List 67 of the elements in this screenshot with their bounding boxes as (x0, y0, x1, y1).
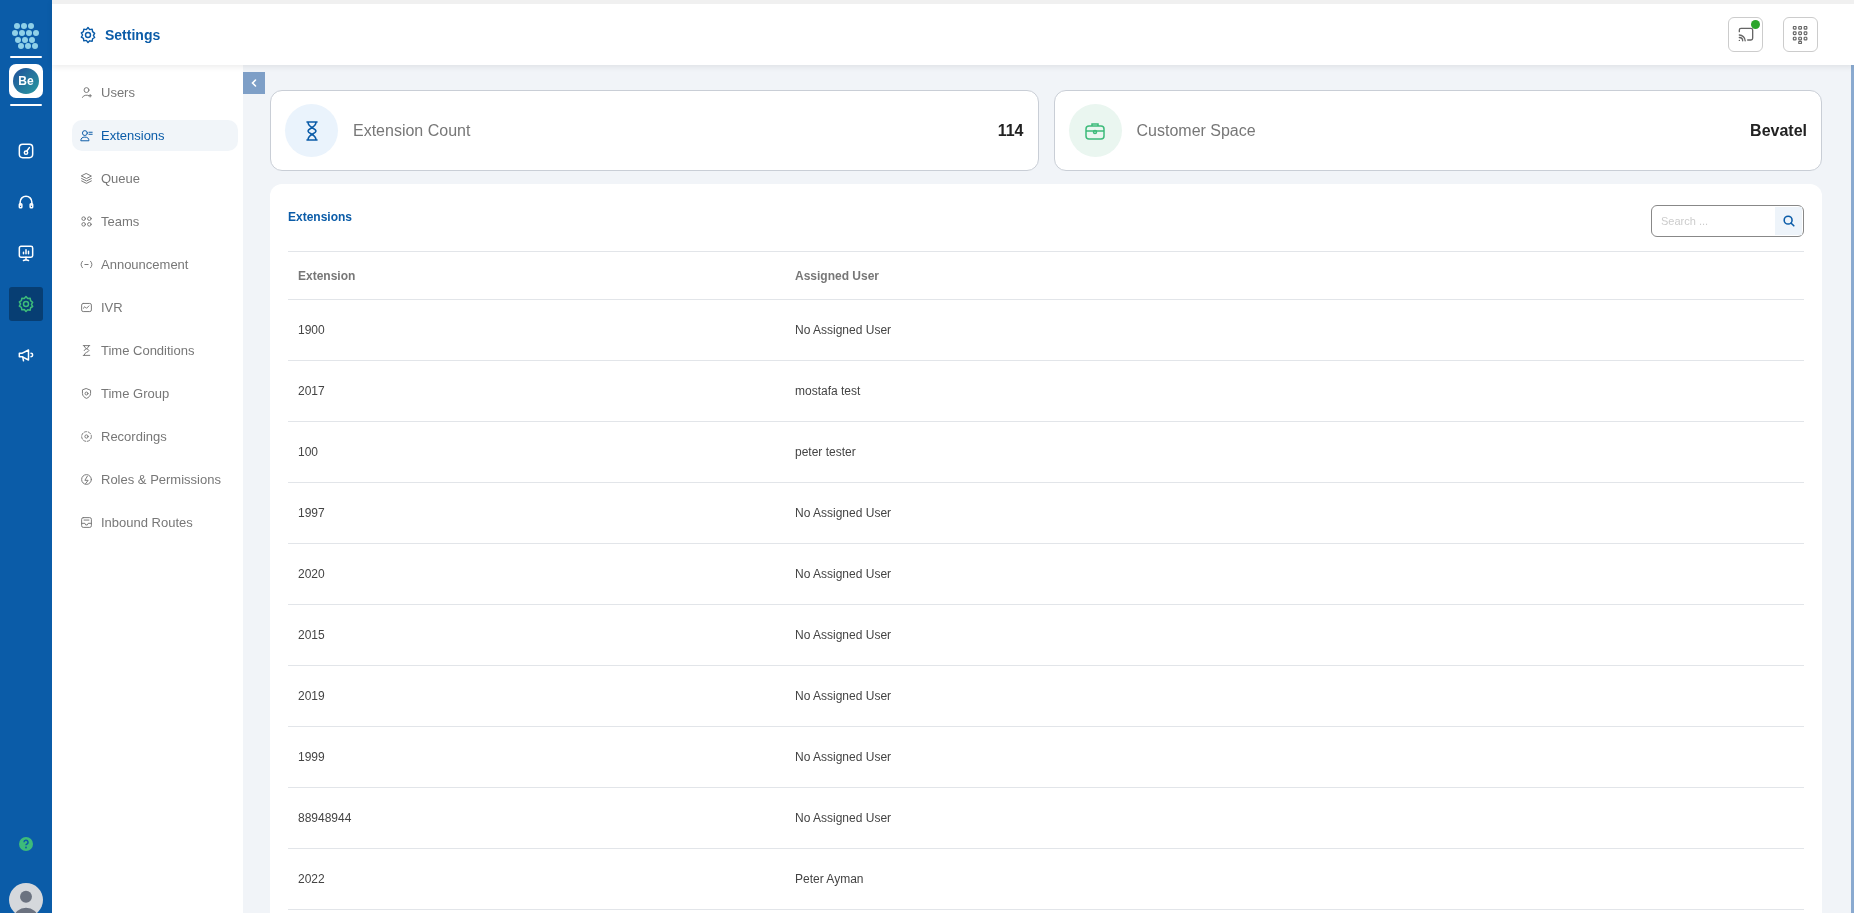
inbox-icon (80, 516, 93, 529)
sidebar-item[interactable]: Extensions (72, 120, 238, 151)
settings-icon (78, 24, 98, 45)
connector-line (10, 104, 42, 106)
grid-icon (80, 215, 93, 228)
table-cell-text: 2017 (297, 384, 326, 398)
sidebar-item[interactable]: Inbound Routes (72, 507, 238, 538)
presentation-icon (16, 243, 36, 263)
sidebar-item[interactable]: Time Group (72, 378, 238, 409)
dialpad-icon (1791, 25, 1810, 44)
table-cell-text: 2020 (297, 567, 326, 581)
table-cell-text: 1997 (297, 506, 326, 520)
table-cell: No Assigned User (795, 689, 892, 703)
stat-label: Customer Space (1136, 121, 1257, 140)
user-add-icon (80, 86, 93, 99)
table-cell-text: 1999 (297, 750, 326, 764)
sidebar-item[interactable]: IVR (72, 292, 238, 323)
table-cell: No Assigned User (795, 750, 892, 764)
user-list-icon (80, 129, 93, 142)
cast-button[interactable] (1728, 17, 1763, 52)
table-cell: peter tester (795, 445, 856, 459)
sidebar-item[interactable]: Teams (72, 206, 238, 237)
stat-value: 114 (997, 121, 1024, 140)
avatar-silhouette[interactable] (9, 883, 43, 913)
hourglass-icon (80, 344, 93, 357)
column-header: Extension (297, 268, 357, 283)
help-icon[interactable] (19, 837, 33, 851)
shield-icon (80, 387, 93, 400)
rail-nav-button[interactable] (9, 287, 43, 321)
stat-value: Bevatel (1750, 121, 1807, 140)
table-cell: No Assigned User (795, 567, 892, 581)
table-cell-text: 2015 (297, 628, 326, 642)
collapse-button[interactable] (243, 72, 265, 94)
sidebar-item[interactable]: Roles & Permissions (72, 464, 238, 495)
table-cell-text: 2022 (297, 872, 326, 886)
column-header: Assigned User (795, 268, 880, 283)
layers-icon (80, 172, 93, 185)
gauge-icon (16, 141, 36, 161)
lightning-circle-icon (80, 473, 93, 486)
table-cell-text: 88948944 (297, 811, 353, 825)
sidebar-item[interactable]: Users (72, 77, 238, 108)
sidebar-item[interactable]: Queue (72, 163, 238, 194)
connector-line (10, 56, 42, 58)
sidebar-item[interactable]: Time Conditions (72, 335, 238, 366)
table-title: Extensions (288, 210, 353, 224)
workspace-badge[interactable]: Be (9, 64, 43, 98)
table-cell-text: 100 (297, 445, 320, 459)
logo-icon (12, 22, 40, 50)
dialpad-button[interactable] (1783, 17, 1818, 52)
table-cell: mostafa test (795, 384, 861, 398)
chevron-left-icon (249, 78, 259, 88)
table-cell: No Assigned User (795, 628, 892, 642)
table-cell-text: 1900 (297, 323, 326, 337)
hourglass-icon (285, 104, 338, 157)
table-cell: No Assigned User (795, 506, 892, 520)
sidebar-item[interactable]: Recordings (72, 421, 238, 452)
page-title: Settings (105, 26, 161, 43)
settings-icon (16, 294, 36, 314)
stat-label: Extension Count (353, 121, 472, 140)
table-cell: No Assigned User (795, 323, 892, 337)
table-cell-text: 2019 (297, 689, 326, 703)
search-icon[interactable] (1775, 207, 1802, 235)
broadcast-icon (80, 258, 93, 271)
table-cell: No Assigned User (795, 811, 892, 825)
sidebar-item[interactable]: Announcement (72, 249, 238, 280)
table-cell: Peter Ayman (795, 872, 864, 886)
briefcase-icon (1068, 104, 1122, 157)
